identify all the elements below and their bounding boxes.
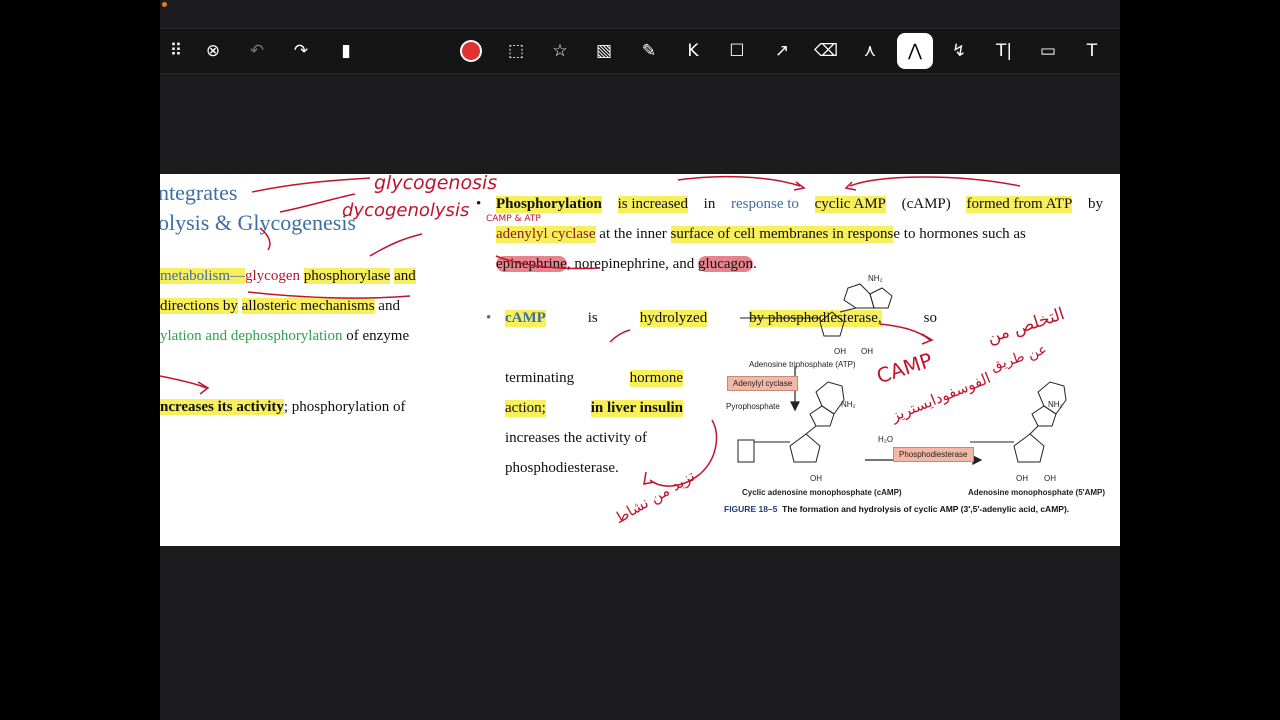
record-button[interactable] [455, 35, 487, 67]
laser-pointer-icon[interactable]: ⋏ [854, 35, 886, 67]
selection-icon[interactable]: ⬚ [500, 35, 532, 67]
pen-active-icon[interactable]: ⋀ [897, 33, 933, 69]
k-p-icon[interactable]: K [677, 35, 709, 67]
text-cursor-icon[interactable]: T| [988, 35, 1020, 67]
pen-p-icon[interactable]: ✎ [633, 35, 665, 67]
shape-icon[interactable]: ☐ [721, 35, 753, 67]
shape-recognition-icon[interactable]: ↯ [943, 35, 975, 67]
highlighter-icon[interactable]: ▮ [330, 35, 362, 67]
close-icon[interactable]: ⊗ [197, 35, 229, 67]
note-app: ⠿ ⊗ ↶ ↷ ▮ ⬚ ☆ ▧ ✎ K ☐ ↗ ⌫ ⋏ ⋀ ↯ T| ▭ T n… [160, 0, 1120, 720]
status-strip [160, 0, 1120, 28]
record-icon [462, 42, 480, 60]
star-icon[interactable]: ☆ [544, 35, 576, 67]
document-page[interactable]: ntegrates olysis & Glycogenesis metaboli… [160, 174, 1120, 546]
ink-strokes [160, 175, 1021, 487]
letterbox-left [0, 0, 160, 720]
text-box-icon[interactable]: T [1076, 35, 1108, 67]
redo-icon[interactable]: ↷ [285, 35, 317, 67]
more-handle-icon[interactable]: ⠿ [160, 35, 192, 67]
annotation-toolbar: ⠿ ⊗ ↶ ↷ ▮ ⬚ ☆ ▧ ✎ K ☐ ↗ ⌫ ⋏ ⋀ ↯ T| ▭ T [160, 28, 1120, 74]
letterbox-right [1120, 0, 1280, 720]
image-icon[interactable]: ▧ [588, 35, 620, 67]
eraser-icon[interactable]: ⌫ [810, 35, 842, 67]
comment-icon[interactable]: ▭ [1032, 35, 1064, 67]
line-icon[interactable]: ↗ [766, 35, 798, 67]
status-dot [162, 2, 167, 7]
undo-icon[interactable]: ↶ [241, 35, 273, 67]
